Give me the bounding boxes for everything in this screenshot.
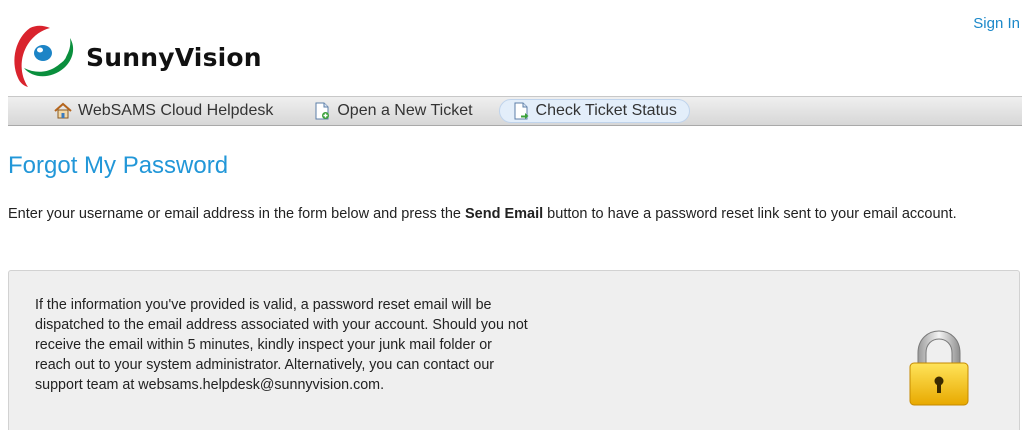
intro-text-start: Enter your username or email address in … <box>8 206 465 222</box>
sunnyvision-logo[interactable]: SunnyVision <box>10 20 262 88</box>
intro-text-end: button to have a password reset link sen… <box>543 206 957 222</box>
site-header: SunnyVision Sign In <box>0 0 1022 96</box>
send-email-emphasis: Send Email <box>464 206 544 222</box>
nav-item-check-status[interactable]: Check Ticket Status <box>498 99 690 123</box>
page-title: Forgot My Password <box>8 152 229 179</box>
nav-item-label: Open a New Ticket <box>337 102 473 119</box>
intro-text: Enter your username or email address in … <box>8 204 1018 224</box>
new-ticket-icon <box>315 102 330 120</box>
password-reset-info-panel: If the information you've provided is va… <box>8 270 1020 430</box>
home-icon <box>54 102 72 119</box>
nav-item-label: Check Ticket Status <box>535 102 677 119</box>
sign-in-link[interactable]: Sign In <box>973 15 1020 32</box>
nav-item-label: WebSAMS Cloud Helpdesk <box>78 102 274 119</box>
nav-item-helpdesk-home[interactable]: WebSAMS Cloud Helpdesk <box>44 99 283 123</box>
logo-wordmark: SunnyVision <box>86 42 262 72</box>
nav-item-open-ticket[interactable]: Open a New Ticket <box>303 99 482 123</box>
ticket-status-icon <box>514 102 529 120</box>
main-nav: WebSAMS Cloud Helpdesk Open a New Ticket… <box>8 96 1022 126</box>
logo-mark-icon <box>14 25 74 87</box>
reset-info-message: If the information you've provided is va… <box>35 297 528 393</box>
lock-icon <box>909 330 969 406</box>
